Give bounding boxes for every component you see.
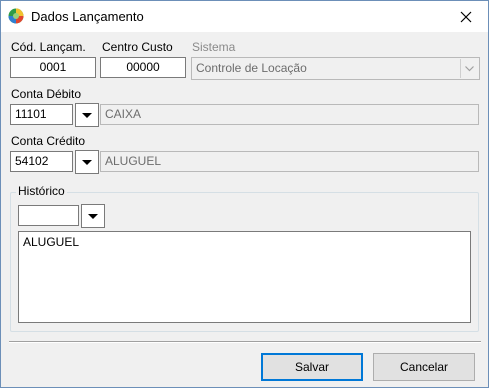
historico-label: Histórico bbox=[16, 184, 67, 198]
dialog-window: Dados Lançamento Cód. Lançam. Centro Cus… bbox=[0, 0, 489, 388]
cod-lancam-label: Cód. Lançam. bbox=[11, 40, 86, 54]
historico-text-area[interactable]: ALUGUEL bbox=[18, 231, 471, 323]
sistema-dropdown-arrow bbox=[460, 59, 478, 78]
conta-credito-description: ALUGUEL bbox=[100, 151, 479, 172]
app-globe-icon bbox=[8, 8, 24, 24]
save-button-label: Salvar bbox=[294, 360, 329, 374]
sistema-select: Controle de Locação bbox=[191, 57, 480, 80]
sistema-select-value: Controle de Locação bbox=[196, 61, 307, 75]
save-button[interactable]: Salvar bbox=[261, 353, 363, 381]
cancel-button-label: Cancelar bbox=[399, 360, 449, 374]
centro-custo-label: Centro Custo bbox=[102, 40, 173, 54]
chevron-down-icon bbox=[465, 65, 474, 71]
centro-custo-input[interactable]: 00000 bbox=[100, 57, 186, 78]
close-icon bbox=[460, 11, 471, 22]
conta-debito-dropdown-button[interactable] bbox=[75, 103, 99, 127]
dropdown-arrow-icon bbox=[82, 112, 92, 118]
cancel-button[interactable]: Cancelar bbox=[373, 353, 475, 381]
dropdown-arrow-icon bbox=[82, 159, 92, 165]
conta-debito-label: Conta Débito bbox=[11, 87, 82, 101]
conta-credito-label: Conta Crédito bbox=[11, 134, 86, 148]
conta-credito-code-input[interactable]: 54102 bbox=[10, 151, 73, 172]
conta-debito-code-input[interactable]: 11101 bbox=[10, 104, 73, 125]
historico-combo-input[interactable] bbox=[18, 205, 79, 226]
title-bar: Dados Lançamento bbox=[1, 1, 488, 32]
sistema-label: Sistema bbox=[192, 40, 236, 54]
conta-debito-description: CAIXA bbox=[100, 104, 479, 125]
historico-dropdown-button[interactable] bbox=[81, 204, 105, 228]
window-title: Dados Lançamento bbox=[31, 9, 144, 24]
separator bbox=[9, 341, 481, 343]
close-button[interactable] bbox=[443, 1, 488, 32]
cod-lancam-input[interactable]: 0001 bbox=[10, 57, 96, 78]
conta-credito-dropdown-button[interactable] bbox=[75, 150, 99, 174]
dropdown-arrow-icon bbox=[88, 213, 98, 219]
